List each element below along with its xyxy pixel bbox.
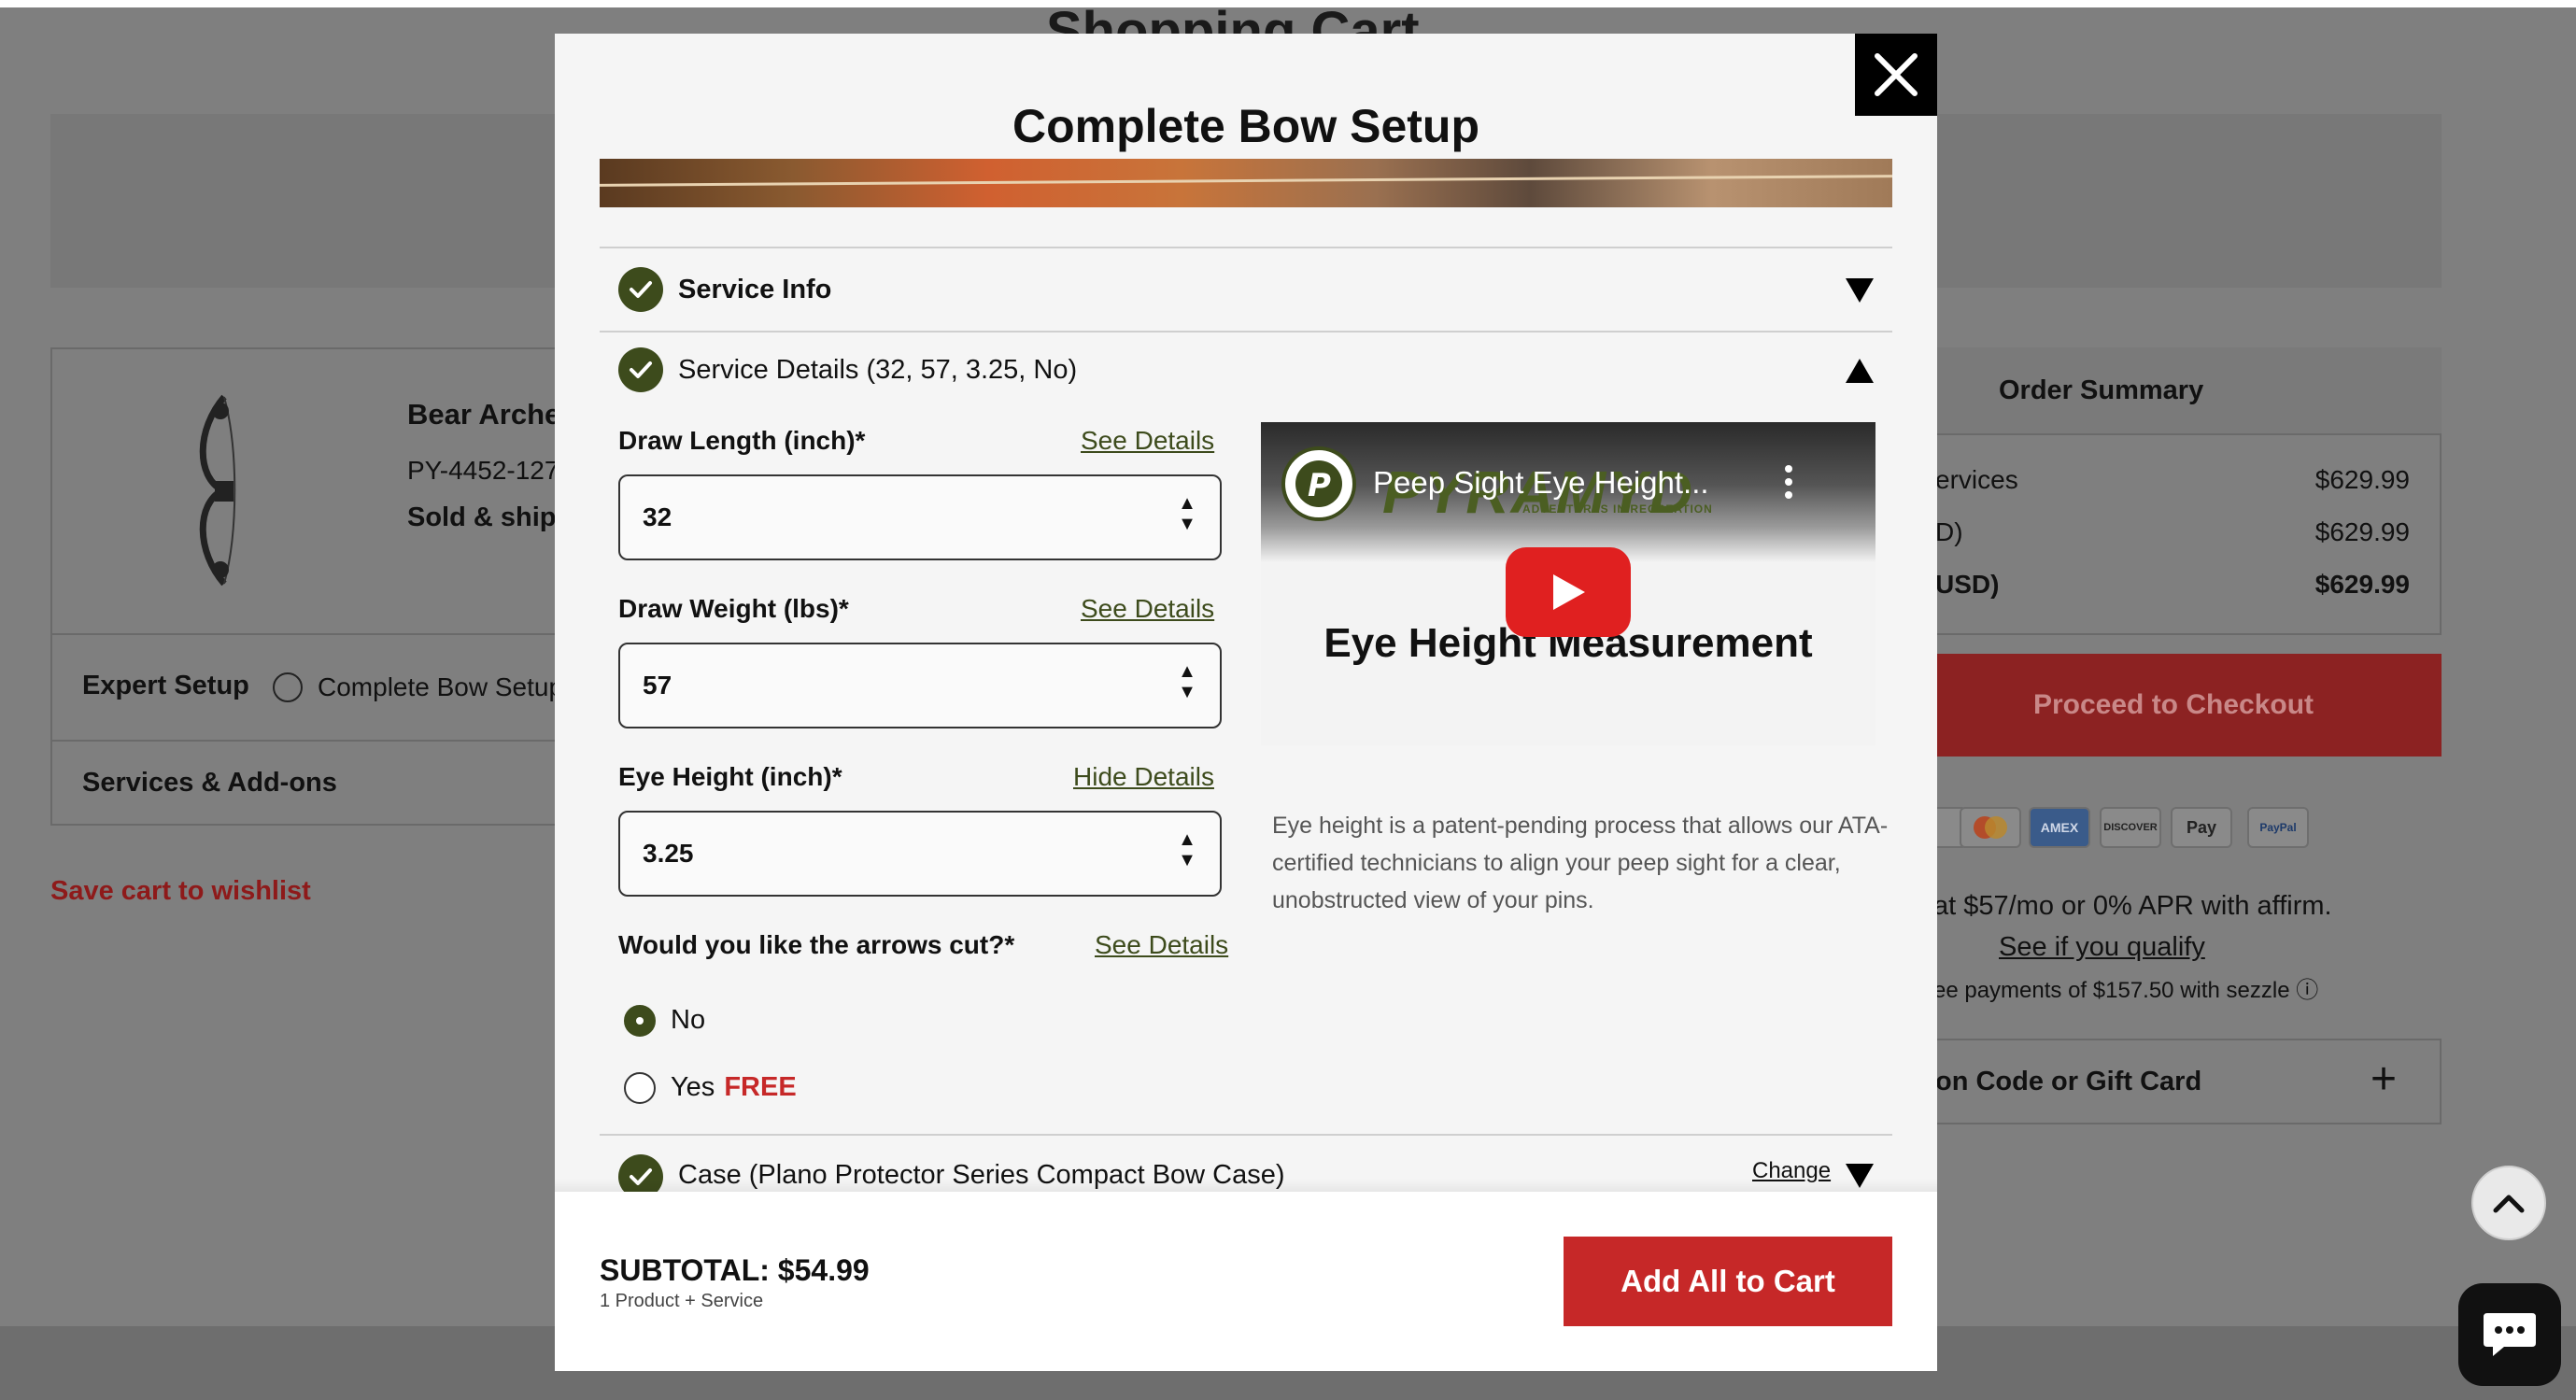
summary-total-label: USD) — [1935, 570, 2000, 599]
close-icon — [1875, 53, 1918, 96]
chat-button[interactable] — [2458, 1283, 2561, 1386]
draw-length-value: 32 — [643, 502, 672, 531]
draw-weight-select[interactable]: 57 ▲ ▼ — [618, 643, 1222, 728]
services-addons-label[interactable]: Services & Add-ons — [82, 768, 337, 799]
subtotal: SUBTOTAL: $54.99 — [600, 1253, 870, 1287]
bow-product-image[interactable] — [187, 392, 262, 588]
bow-banner-image — [600, 159, 1892, 207]
product-sku: PY-4452-127 — [407, 456, 559, 485]
add-all-to-cart-button[interactable]: Add All to Cart — [1564, 1237, 1892, 1326]
arrows-cut-yes-radio[interactable] — [624, 1072, 656, 1104]
apple-pay-icon: Pay — [2171, 807, 2232, 848]
yes-text[interactable]: Yes — [671, 1072, 715, 1102]
chevron-down-icon[interactable] — [1846, 278, 1874, 303]
updown-arrows-icon: ▲ ▼ — [1178, 661, 1196, 702]
sezzle-text: ee payments of $157.50 with sezzle ⓘ — [1933, 978, 2319, 1003]
amex-icon: AMEX — [2029, 807, 2090, 848]
chevron-up-icon[interactable] — [1846, 359, 1874, 383]
play-icon — [1553, 574, 1585, 610]
proceed-to-checkout-button[interactable]: Proceed to Checkout — [1905, 654, 2442, 757]
save-to-wishlist-link[interactable]: Save cart to wishlist — [50, 876, 311, 907]
more-options-icon[interactable] — [1784, 463, 1793, 501]
complete-bow-setup-radio[interactable] — [273, 672, 303, 702]
arrows-cut-no-label[interactable]: No — [671, 1005, 705, 1036]
channel-avatar[interactable]: P — [1281, 446, 1356, 521]
arrows-cut-yes-label[interactable]: Yes FREE — [671, 1072, 797, 1103]
check-icon — [618, 267, 663, 312]
divider — [50, 633, 573, 635]
summary-row-label: D) — [1935, 517, 1963, 546]
scroll-to-top-button[interactable] — [2471, 1166, 2546, 1240]
modal-title: Complete Bow Setup — [1012, 100, 1480, 152]
sold-by: Sold & shipp — [407, 502, 573, 532]
draw-weight-details-link[interactable]: See Details — [1081, 594, 1214, 624]
arrows-cut-label: Would you like the arrows cut?* — [618, 930, 1015, 959]
video-title[interactable]: Peep Sight Eye Height... — [1373, 465, 1709, 501]
check-icon — [618, 347, 663, 392]
eye-height-value: 3.25 — [643, 839, 694, 868]
product-name[interactable]: Bear Arche — [407, 398, 560, 431]
draw-length-select[interactable]: 32 ▲ ▼ — [618, 474, 1222, 560]
complete-bow-setup-modal: Complete Bow Setup Service Info Service … — [555, 34, 1937, 1371]
affirm-text: at $57/mo or 0% APR with affirm. — [1933, 891, 2332, 921]
summary-row-value: $629.99 — [2314, 517, 2410, 546]
mastercard-icon — [1960, 807, 2021, 848]
divider — [600, 1134, 1892, 1136]
summary-row-value: $629.99 — [2314, 465, 2410, 494]
eye-height-label: Eye Height (inch)* — [618, 762, 842, 791]
divider — [600, 247, 1892, 248]
footer-shadow — [555, 1179, 1937, 1192]
eye-height-description: Eye height is a patent-pending process t… — [1272, 813, 1889, 913]
eye-height-details-link[interactable]: Hide Details — [1073, 762, 1214, 792]
promo-code-label[interactable]: on Code or Gift Card — [1935, 1067, 2201, 1097]
divider — [600, 331, 1892, 332]
draw-length-details-link[interactable]: See Details — [1081, 426, 1214, 456]
close-button[interactable] — [1855, 34, 1937, 116]
page-title: Shopping Cart — [1046, 2, 1420, 34]
svg-text:P: P — [1308, 467, 1331, 504]
chevron-up-icon — [2493, 1195, 2525, 1213]
see-if-you-qualify-link[interactable]: See if you qualify — [1999, 932, 2205, 963]
updown-arrows-icon: ▲ ▼ — [1178, 829, 1196, 870]
service-info-header[interactable]: Service Info — [678, 275, 831, 305]
paypal-icon: PayPal — [2247, 807, 2309, 848]
divider — [50, 740, 573, 742]
plus-icon[interactable]: + — [2371, 1054, 2397, 1105]
eye-height-select[interactable]: 3.25 ▲ ▼ — [618, 811, 1222, 897]
subtotal-note: 1 Product + Service — [600, 1291, 764, 1311]
expert-setup-label: Expert Setup — [82, 671, 249, 700]
video-player[interactable]: PYRAMYD ADVENTURES IN RECREATION P Peep … — [1261, 422, 1875, 745]
play-button[interactable] — [1506, 547, 1631, 637]
updown-arrows-icon: ▲ ▼ — [1178, 493, 1196, 534]
arrows-cut-no-radio[interactable] — [624, 1005, 656, 1037]
draw-weight-label: Draw Weight (lbs)* — [618, 594, 849, 623]
arrows-cut-details-link[interactable]: See Details — [1095, 930, 1228, 960]
chat-bubble-icon — [2484, 1313, 2536, 1356]
draw-weight-value: 57 — [643, 671, 672, 700]
free-badge: FREE — [724, 1072, 797, 1102]
service-details-header[interactable]: Service Details (32, 57, 3.25, No) — [678, 355, 1077, 386]
logo-tagline: ADVENTURES IN RECREATION — [1522, 502, 1713, 516]
discover-icon: DISCOVER — [2100, 807, 2161, 848]
summary-row-label: ervices — [1935, 465, 2018, 494]
draw-length-label: Draw Length (inch)* — [618, 426, 866, 455]
complete-bow-setup-label[interactable]: Complete Bow Setup — [318, 672, 563, 702]
order-summary-title: Order Summary — [1999, 375, 2204, 405]
summary-total-value: $629.99 — [2314, 570, 2410, 599]
